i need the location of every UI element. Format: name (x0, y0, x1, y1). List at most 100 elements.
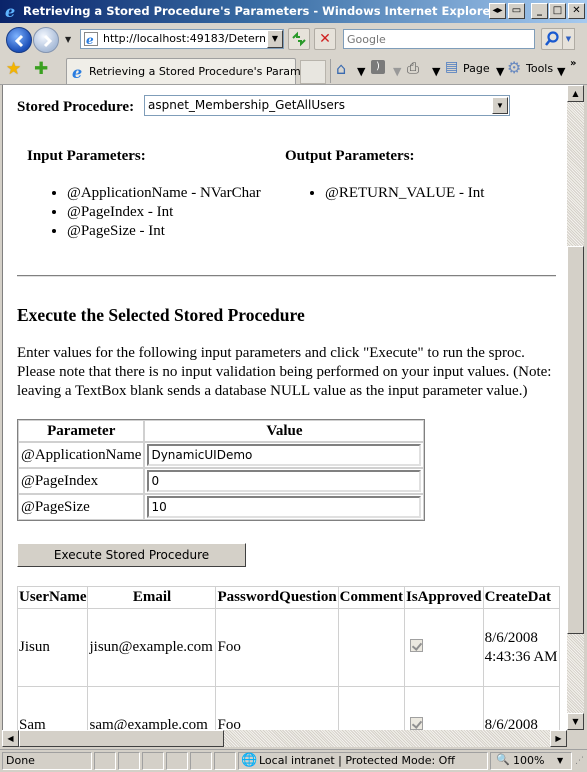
parameter-name: @PageIndex (18, 468, 145, 494)
page-menu-dropdown[interactable]: ▼ (496, 65, 504, 78)
results-table: UserName Email PasswordQuestion Comment … (16, 586, 560, 730)
back-button[interactable] (6, 27, 32, 53)
home-icon[interactable]: ⌂ (336, 59, 346, 78)
home-dropdown[interactable]: ▼ (357, 65, 365, 78)
scroll-left-button[interactable]: ◀ (2, 730, 19, 747)
tools-menu-dropdown[interactable]: ▼ (557, 65, 565, 78)
page-size-input[interactable]: 10 (147, 496, 422, 518)
scroll-up-button[interactable]: ▲ (567, 85, 584, 102)
maximize-button[interactable]: □ (549, 3, 566, 19)
column-header-comment: Comment (337, 586, 406, 609)
forward-button[interactable] (33, 27, 59, 53)
input-parameters-list: @ApplicationName - NVarChar @PageIndex -… (67, 184, 261, 241)
execute-description: Enter values for the following input par… (17, 345, 552, 399)
ie-logo-icon: e (72, 64, 82, 80)
print-dropdown[interactable]: ▼ (432, 65, 440, 78)
execute-stored-procedure-button[interactable]: Execute Stored Procedure (17, 543, 246, 567)
zoom-pane[interactable]: 🔍 100% ▼ (490, 752, 572, 770)
window-title: Retrieving a Stored Procedure's Paramete… (23, 4, 496, 18)
horizontal-scroll-thumb[interactable] (19, 730, 224, 747)
new-tab-button[interactable] (300, 60, 326, 84)
output-parameters-heading: Output Parameters: (285, 148, 415, 164)
page-menu[interactable]: Page (463, 62, 490, 75)
address-bar[interactable]: e http://localhost:49183/Determine! ▼ (80, 29, 284, 49)
stored-procedure-select[interactable]: aspnet_Membership_GetAllUsers ▼ (144, 95, 510, 116)
recent-pages-dropdown[interactable]: ▼ (65, 35, 71, 44)
feeds-icon[interactable]: ) (371, 60, 385, 74)
page-viewport: Stored Procedure: aspnet_Membership_GetA… (2, 85, 567, 730)
status-pane (190, 752, 212, 770)
tools-menu[interactable]: Tools (526, 62, 553, 75)
cell-email: jisun@example.com (87, 608, 217, 687)
application-name-input[interactable]: DynamicUIDemo (147, 444, 422, 466)
toolbar-separator (330, 59, 331, 83)
scroll-right-button[interactable]: ▶ (550, 730, 567, 747)
approved-checkbox[interactable] (410, 716, 423, 730)
favorites-star-icon[interactable]: ★ (6, 60, 21, 78)
status-pane (142, 752, 164, 770)
address-dropdown-button[interactable]: ▼ (267, 30, 283, 48)
restore-right-button[interactable]: ▭ (508, 3, 525, 19)
zoom-level: 100% (513, 754, 545, 767)
address-url[interactable]: http://localhost:49183/Determine! (103, 32, 265, 45)
horizontal-scrollbar[interactable]: ◀ ▶ (2, 730, 567, 747)
page-index-input[interactable]: 0 (147, 470, 422, 492)
parameter-table-header: Parameter Value (18, 420, 425, 442)
refresh-button[interactable] (288, 28, 310, 50)
status-pane (214, 752, 236, 770)
vertical-scrollbar[interactable]: ▲ ▼ (567, 85, 584, 730)
print-icon[interactable]: ⎙ (407, 59, 419, 77)
security-zone-pane[interactable]: 🌐 Local intranet | Protected Mode: Off (238, 752, 488, 770)
column-header-is-approved: IsApproved (404, 586, 484, 609)
stop-x-icon: ✕ (319, 31, 331, 47)
results-header-row: UserName Email PasswordQuestion Comment … (16, 586, 560, 609)
column-header-email: Email (87, 586, 217, 609)
column-header-username: UserName (16, 586, 89, 609)
status-bar: Done 🌐 Local intranet | Protected Mode: … (0, 749, 587, 772)
cell-comment (337, 608, 406, 687)
close-button[interactable]: ✕ (568, 3, 585, 19)
svg-text:e: e (72, 64, 82, 80)
svg-text:e: e (5, 3, 15, 19)
column-header-create-date: CreateDat (482, 586, 560, 609)
tab-current-page[interactable]: e Retrieving a Stored Procedure's Parame… (66, 58, 318, 84)
feeds-dropdown[interactable]: ▼ (393, 65, 401, 78)
search-options-dropdown[interactable]: ▼ (563, 28, 575, 50)
status-pane (166, 752, 188, 770)
resize-grip-icon[interactable]: ⋰ (575, 756, 584, 766)
status-pane (94, 752, 116, 770)
zoom-dropdown[interactable]: ▼ (557, 756, 563, 765)
section-divider (17, 275, 556, 277)
chevron-down-icon[interactable]: ▼ (492, 97, 508, 114)
parameter-table: Parameter Value @ApplicationName Dynamic… (17, 419, 426, 521)
minimize-button[interactable]: _ (531, 3, 548, 19)
cell-is-approved (404, 608, 484, 687)
cell-username: Sam (16, 686, 89, 730)
add-favorites-icon[interactable]: ✚ (34, 60, 48, 78)
table-row: Sam sam@example.com Foo 8/6/2008 (16, 686, 560, 730)
approved-checkbox[interactable] (410, 638, 423, 652)
parameter-value-cell: DynamicUIDemo (144, 442, 425, 468)
vertical-scroll-thumb[interactable] (567, 246, 584, 634)
magnifier-icon (545, 31, 559, 46)
search-input[interactable] (344, 30, 534, 48)
search-box[interactable] (343, 29, 535, 49)
cell-create-date: 8/6/2008 4:43:36 AM (482, 608, 560, 687)
cell-comment (337, 686, 406, 730)
parameter-name: @PageSize (18, 494, 145, 520)
search-button[interactable] (541, 28, 563, 50)
globe-icon: 🌐 (241, 753, 258, 768)
more-commands-chevron[interactable]: » (570, 58, 576, 69)
parameter-name: @ApplicationName (18, 442, 145, 468)
scroll-down-button[interactable]: ▼ (567, 713, 584, 730)
execute-heading: Execute the Selected Stored Procedure (17, 305, 305, 325)
stop-button[interactable]: ✕ (314, 28, 336, 50)
input-parameter-item: @ApplicationName - NVarChar (67, 184, 261, 203)
table-row: Jisun jisun@example.com Foo 8/6/2008 4:43… (16, 608, 560, 687)
cell-password-question: Foo (215, 608, 339, 687)
parameter-value-cell: 10 (144, 494, 425, 520)
output-parameters-list: @RETURN_VALUE - Int (325, 184, 484, 203)
restore-left-button[interactable]: ◂▸ (489, 3, 506, 19)
zoom-magnifier-icon: 🔍 (496, 753, 510, 766)
parameter-value-cell: 0 (144, 468, 425, 494)
